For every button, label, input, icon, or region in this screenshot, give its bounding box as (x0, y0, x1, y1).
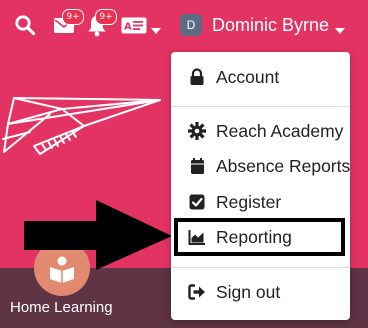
menu-item-sign-out[interactable]: Sign out (171, 275, 350, 309)
search-icon[interactable] (14, 14, 36, 41)
pointer-arrow (24, 200, 172, 270)
user-name[interactable]: Dominic Byrne (212, 13, 329, 37)
user-dropdown-menu: Account Reach Academy Absence Reports Re… (171, 52, 350, 320)
menu-item-absence-reports[interactable]: Absence Reports (171, 149, 350, 183)
home-learning-label[interactable]: Home Learning (10, 298, 113, 318)
lock-icon (188, 68, 206, 86)
checkbox-icon (188, 193, 206, 211)
id-card-icon[interactable]: A (121, 17, 147, 39)
top-bar: 9+ 9+ A D Dominic Byrne (0, 0, 368, 50)
menu-divider (171, 267, 350, 268)
chevron-down-icon[interactable] (151, 22, 161, 40)
menu-item-account[interactable]: Account (171, 60, 350, 94)
chevron-down-icon[interactable] (335, 22, 345, 40)
menu-item-label: Sign out (216, 281, 281, 302)
menu-item-register[interactable]: Register (171, 185, 350, 219)
paper-plane-icon (2, 97, 161, 155)
area-chart-icon (188, 228, 206, 246)
sign-out-icon (188, 283, 206, 301)
menu-divider (171, 106, 350, 107)
menu-item-label: Register (216, 191, 282, 212)
notifications-badge: 9+ (95, 9, 117, 25)
svg-text:A: A (124, 22, 132, 33)
menu-item-label: Account (216, 66, 280, 87)
gear-icon (188, 122, 206, 140)
menu-item-label: Absence Reports (216, 155, 351, 176)
avatar[interactable]: D (180, 14, 202, 36)
menu-item-label: Reporting (216, 226, 292, 247)
menu-item-reporting[interactable]: Reporting (174, 218, 345, 256)
messages-badge: 9+ (62, 9, 84, 25)
menu-item-label: Reach Academy (216, 120, 344, 141)
menu-item-reach-academy[interactable]: Reach Academy (171, 114, 350, 148)
calendar-icon (188, 157, 206, 175)
